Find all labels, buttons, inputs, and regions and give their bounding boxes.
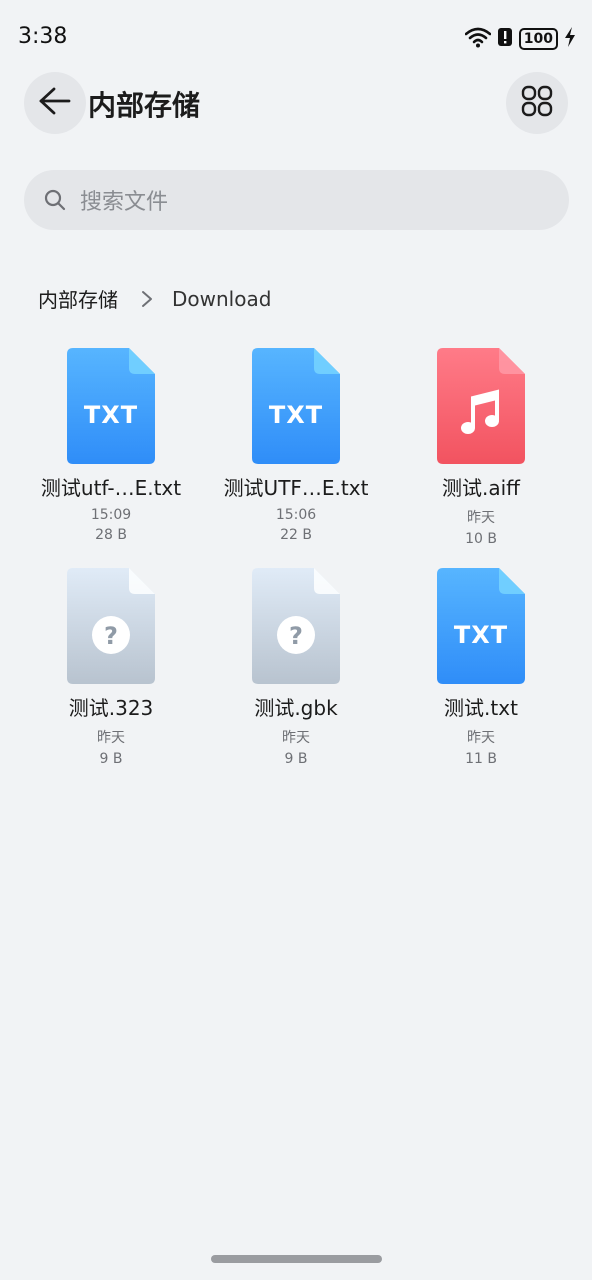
file-name: 测试.txt: [444, 696, 518, 720]
txt-file-icon: TXT: [67, 348, 155, 464]
breadcrumb-current: Download: [172, 286, 272, 311]
battery-icon: 100: [518, 28, 558, 50]
txt-file-icon: TXT: [252, 348, 340, 464]
unknown-file-icon: ?: [252, 568, 340, 684]
file-date: 昨天: [467, 510, 495, 526]
svg-text:TXT: TXT: [269, 401, 323, 429]
charging-icon: [564, 27, 576, 51]
file-name: 测试.gbk: [254, 696, 338, 720]
search-placeholder: 搜索文件: [80, 190, 169, 215]
audio-file-icon: [437, 348, 525, 464]
file-size: 22 B: [280, 527, 312, 543]
alert-icon: [497, 26, 513, 52]
file-size: 11 B: [465, 751, 497, 767]
page-title: 内部存储: [88, 89, 201, 122]
svg-text:?: ?: [104, 622, 118, 650]
file-size: 9 B: [99, 751, 123, 767]
file-size: 10 B: [465, 531, 497, 547]
search-icon: [44, 189, 66, 211]
file-name: 测试.323: [68, 696, 154, 720]
file-date: 15:09: [90, 507, 132, 523]
file-item[interactable]: TXT 测试.txt 昨天 11 B: [388, 568, 574, 767]
status-bar: 3:38 100: [0, 0, 592, 76]
file-date: 15:06: [275, 507, 317, 523]
file-name: 测试UTF…E.txt: [223, 476, 369, 500]
chevron-right-icon: [140, 289, 154, 309]
grid-view-button[interactable]: [506, 72, 568, 134]
unknown-file-icon: ?: [67, 568, 155, 684]
file-item[interactable]: ? 测试.323 昨天 9 B: [18, 568, 204, 767]
status-icons: 100: [464, 26, 576, 52]
file-size: 9 B: [284, 751, 308, 767]
back-button[interactable]: [24, 72, 86, 134]
grid-view-icon: [521, 85, 553, 121]
wifi-icon: [464, 26, 492, 52]
file-manager-screen: 3:38 100 内部存储 搜索文件 内部存储 Download TXT 测试u…: [0, 0, 592, 1280]
back-arrow-icon: [38, 86, 72, 120]
file-item[interactable]: TXT 测试UTF…E.txt 15:06 22 B: [203, 348, 389, 543]
svg-text:?: ?: [289, 622, 303, 650]
file-size: 28 B: [95, 527, 127, 543]
breadcrumb: 内部存储 Download: [38, 284, 271, 313]
file-name: 测试utf-…E.txt: [40, 476, 182, 500]
status-time: 3:38: [18, 24, 68, 49]
file-item[interactable]: ? 测试.gbk 昨天 9 B: [203, 568, 389, 767]
file-name: 测试.aiff: [442, 476, 520, 500]
svg-text:TXT: TXT: [84, 401, 138, 429]
file-date: 昨天: [97, 730, 125, 746]
breadcrumb-root[interactable]: 内部存储: [38, 284, 118, 313]
file-item[interactable]: 测试.aiff 昨天 10 B: [388, 348, 574, 547]
search-input[interactable]: 搜索文件: [24, 170, 569, 230]
file-date: 昨天: [282, 730, 310, 746]
file-date: 昨天: [467, 730, 495, 746]
home-indicator[interactable]: [211, 1255, 382, 1263]
txt-file-icon: TXT: [437, 568, 525, 684]
svg-text:TXT: TXT: [454, 621, 508, 649]
file-item[interactable]: TXT 测试utf-…E.txt 15:09 28 B: [18, 348, 204, 543]
